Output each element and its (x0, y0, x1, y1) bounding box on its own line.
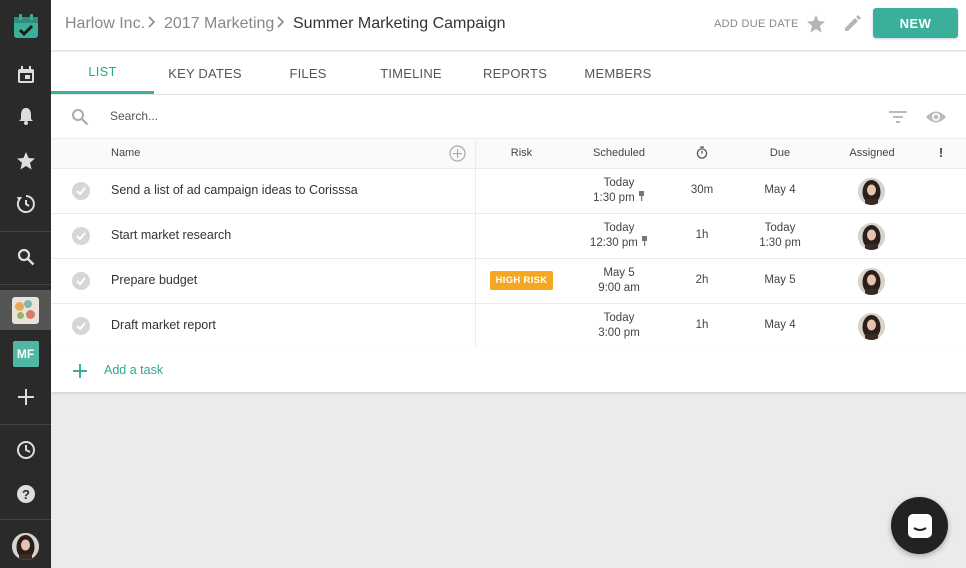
sidebar-divider (0, 231, 51, 232)
search-input[interactable]: Search... (110, 109, 158, 123)
tab-timeline[interactable]: TIMELINE (366, 52, 456, 94)
breadcrumb-org[interactable]: Harlow Inc. (65, 15, 145, 33)
chevron-right-icon (147, 15, 156, 32)
chat-launcher[interactable] (891, 497, 948, 554)
pencil-icon[interactable] (842, 14, 862, 39)
star-icon[interactable] (806, 14, 826, 39)
svg-text:?: ? (22, 487, 30, 502)
new-button[interactable]: NEW (873, 8, 958, 38)
pin-icon (638, 191, 644, 201)
pin-icon (642, 236, 648, 246)
help-icon[interactable]: ? (0, 474, 51, 514)
star-icon[interactable] (0, 141, 51, 181)
assignee-avatar[interactable] (858, 268, 885, 295)
app-logo-icon[interactable] (0, 0, 51, 51)
complete-checkbox[interactable] (72, 317, 90, 335)
sidebar: MF ? (0, 0, 51, 568)
task-name[interactable]: Start market research (111, 228, 231, 242)
plus-icon (73, 364, 87, 383)
tab-members[interactable]: MEMBERS (575, 52, 661, 94)
complete-checkbox[interactable] (72, 272, 90, 290)
add-column-icon[interactable] (449, 145, 466, 167)
tab-key-dates[interactable]: KEY DATES (157, 52, 253, 94)
chevron-right-icon (276, 15, 285, 32)
add-task-label: Add a task (104, 363, 164, 377)
breadcrumb-project: Summer Marketing Campaign (293, 15, 506, 32)
column-divider (475, 259, 476, 304)
eye-icon[interactable] (925, 109, 947, 130)
add-task-button[interactable]: Add a task (51, 348, 966, 393)
due-date: Today (764, 222, 796, 234)
table-header: Name Risk Scheduled Due Assigned ! (51, 139, 966, 169)
task-name[interactable]: Prepare budget (111, 273, 197, 287)
add-icon[interactable] (0, 377, 51, 417)
complete-checkbox[interactable] (72, 227, 90, 245)
risk-badge[interactable]: HIGH RISK (490, 271, 553, 290)
header-assigned[interactable]: Assigned (841, 147, 903, 159)
column-divider (475, 304, 476, 349)
header-scheduled[interactable]: Scheduled (578, 147, 660, 159)
filter-icon[interactable] (889, 110, 907, 129)
tab-list[interactable]: LIST (51, 52, 154, 94)
search-bar: Search... (51, 95, 966, 139)
task-duration: 2h (695, 274, 709, 286)
header-risk[interactable]: Risk (499, 147, 544, 159)
search-icon[interactable] (0, 237, 51, 277)
complete-checkbox[interactable] (72, 182, 90, 200)
due-time: 1:30 pm (759, 237, 801, 249)
scheduled-time: 12:30 pm (578, 236, 660, 251)
table-row[interactable]: Draft market report Today 3:00 pm 1h May… (51, 304, 966, 349)
due-date: May 4 (764, 184, 796, 196)
timer-icon[interactable] (696, 146, 708, 164)
chat-icon (907, 513, 932, 538)
calendar-icon[interactable] (0, 55, 51, 95)
tab-files[interactable]: FILES (269, 52, 347, 94)
assignee-avatar[interactable] (858, 223, 885, 250)
header-name[interactable]: Name (111, 147, 140, 159)
header-due[interactable]: Due (756, 147, 804, 159)
header-priority[interactable]: ! (936, 145, 946, 160)
team-badge[interactable]: MF (0, 334, 51, 374)
assignee-avatar[interactable] (858, 178, 885, 205)
clock-icon[interactable] (0, 430, 51, 470)
scheduled-time: 1:30 pm (578, 191, 660, 206)
assignee-avatar[interactable] (858, 313, 885, 340)
scheduled-time: 3:00 pm (598, 327, 640, 339)
search-icon (71, 108, 89, 131)
breadcrumb-folder[interactable]: 2017 Marketing (164, 15, 274, 33)
scheduled-date: May 5 (603, 267, 635, 279)
task-name[interactable]: Draft market report (111, 318, 216, 332)
due-date: May 5 (764, 274, 796, 286)
task-duration: 1h (695, 319, 709, 331)
table-row[interactable]: Prepare budget HIGH RISK May 5 9:00 am 2… (51, 259, 966, 304)
tab-reports[interactable]: REPORTS (471, 52, 559, 94)
add-due-date-button[interactable]: ADD DUE DATE (714, 18, 799, 30)
bell-icon[interactable] (0, 96, 51, 136)
scheduled-date: Today (603, 222, 635, 234)
tab-bar: LIST KEY DATES FILES TIMELINE REPORTS ME… (51, 52, 966, 95)
header: Harlow Inc. 2017 Marketing Summer Market… (51, 0, 966, 51)
column-divider (475, 169, 476, 214)
sidebar-divider (0, 284, 51, 285)
scheduled-date: Today (603, 312, 635, 324)
sidebar-divider (0, 519, 51, 520)
due-date: May 4 (764, 319, 796, 331)
scheduled-time: 9:00 am (598, 282, 640, 294)
project-thumbnail[interactable] (0, 290, 51, 330)
task-name[interactable]: Send a list of ad campaign ideas to Cori… (111, 183, 358, 197)
column-divider (475, 214, 476, 259)
sidebar-divider (0, 424, 51, 425)
user-avatar[interactable] (0, 526, 51, 566)
table-row[interactable]: Start market research Today 12:30 pm 1h … (51, 214, 966, 259)
task-duration: 30m (690, 184, 714, 196)
scheduled-date: Today (603, 177, 635, 189)
history-icon[interactable] (0, 184, 51, 224)
table-row[interactable]: Send a list of ad campaign ideas to Cori… (51, 169, 966, 214)
task-duration: 1h (695, 229, 709, 241)
